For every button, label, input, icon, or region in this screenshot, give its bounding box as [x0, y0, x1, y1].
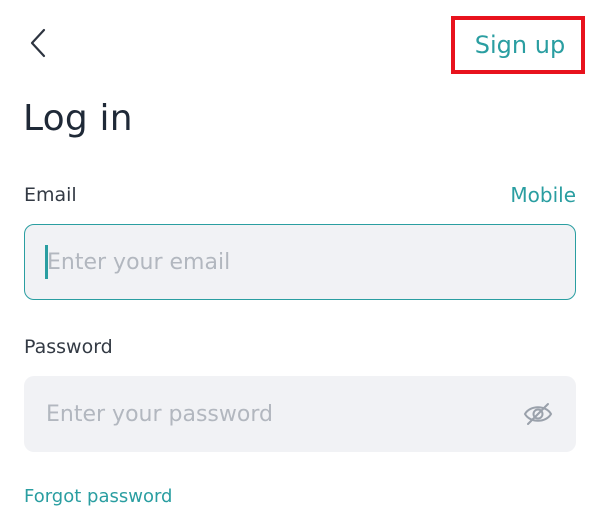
eye-off-icon	[523, 403, 553, 425]
forgot-password-link[interactable]: Forgot password	[24, 486, 172, 507]
email-input[interactable]	[47, 225, 517, 299]
email-field-container[interactable]	[24, 224, 576, 300]
password-field-container[interactable]	[24, 376, 576, 452]
page-title: Log in	[23, 98, 133, 139]
password-input[interactable]	[46, 376, 516, 452]
password-label: Password	[24, 336, 113, 358]
back-button[interactable]	[22, 26, 54, 60]
password-visibility-toggle[interactable]	[522, 399, 554, 429]
signup-link[interactable]: Sign up	[451, 16, 585, 74]
chevron-left-icon	[30, 28, 46, 58]
email-label: Email	[24, 184, 77, 206]
mobile-login-toggle[interactable]: Mobile	[510, 183, 576, 207]
